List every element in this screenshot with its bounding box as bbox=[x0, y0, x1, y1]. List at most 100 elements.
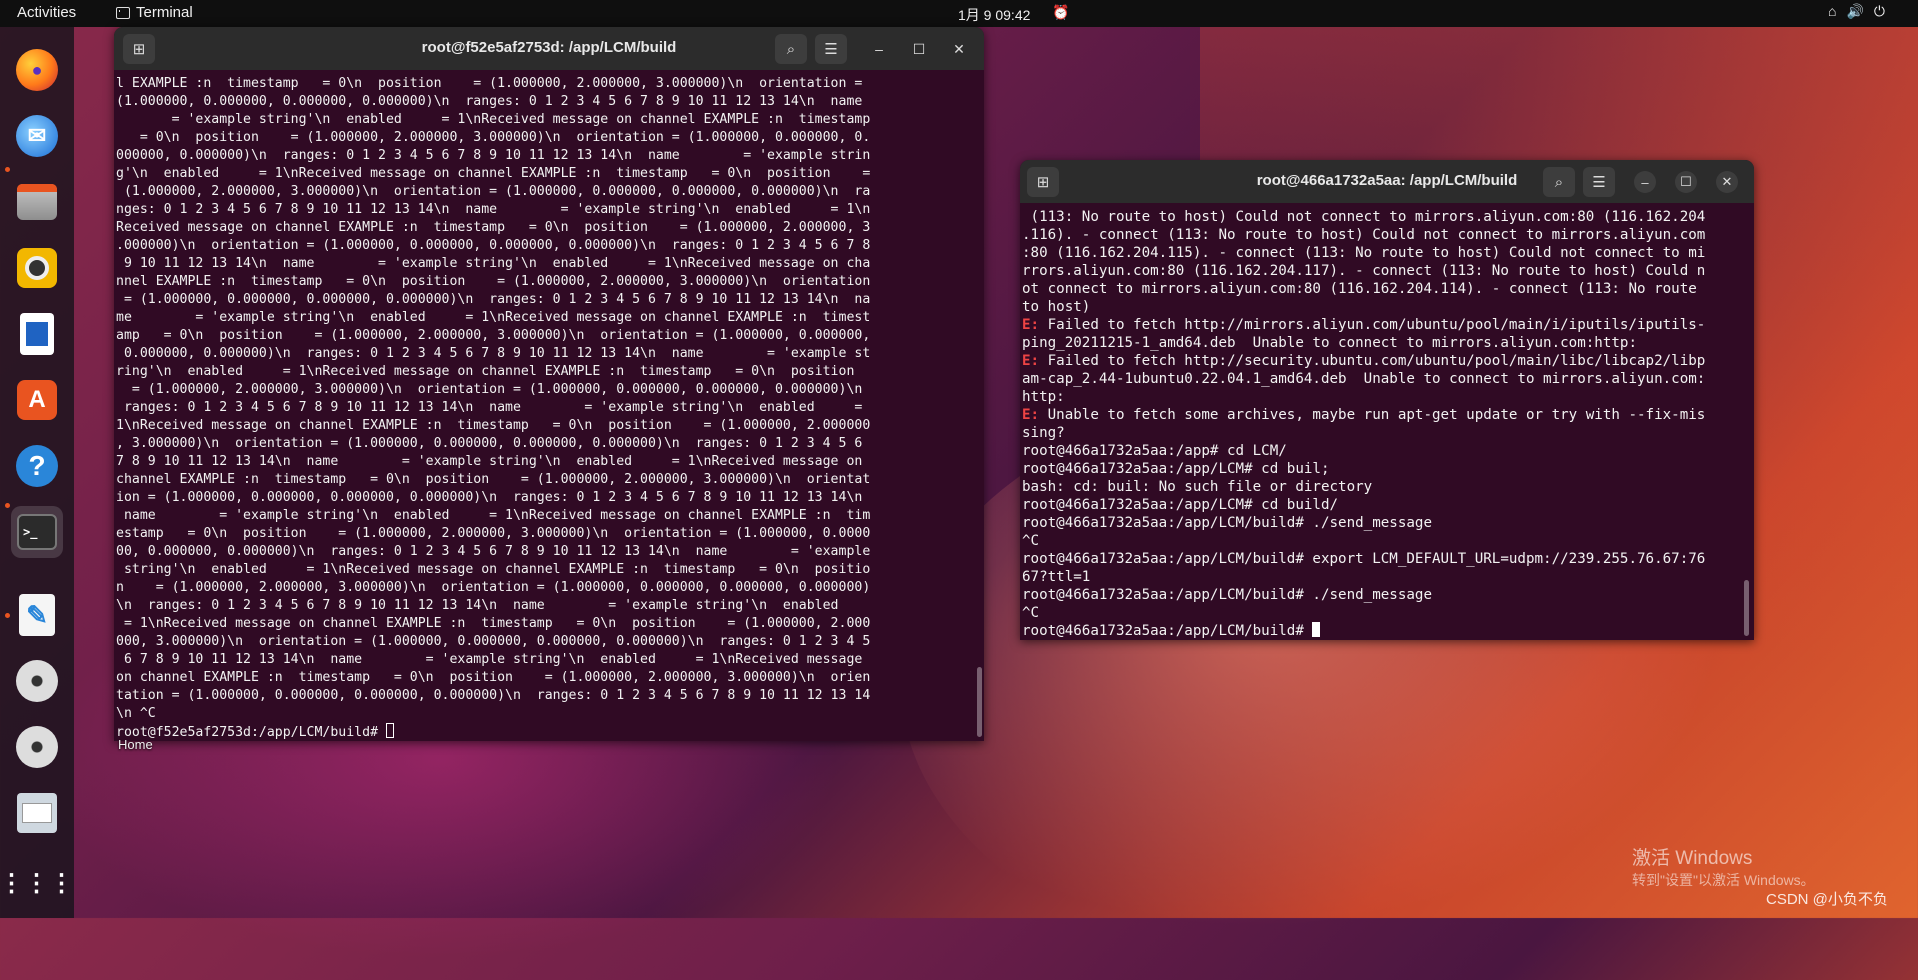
scrollbar[interactable] bbox=[1744, 580, 1749, 636]
close-button[interactable]: ✕ bbox=[1716, 171, 1738, 193]
terminal-line: \n ranges: 0 1 2 3 4 5 6 7 8 9 10 11 12 … bbox=[116, 598, 839, 613]
terminal-window-right[interactable]: ⊞ root@466a1732a5aa: /app/LCM/build ⌕ ☰ … bbox=[1020, 160, 1754, 640]
desktop-home-label[interactable]: Home bbox=[118, 737, 153, 752]
window-title: root@f52e5af2753d: /app/LCM/build bbox=[421, 39, 677, 56]
maximize-button[interactable]: ☐ bbox=[907, 38, 931, 60]
terminal-line: E: Failed to fetch http://security.ubunt… bbox=[1022, 352, 1746, 370]
dock-item-firefox[interactable]: ● bbox=[11, 44, 63, 96]
app-menu-label: Terminal bbox=[136, 4, 193, 21]
app-menu[interactable]: Terminal bbox=[116, 4, 193, 21]
volume-icon: 🔊 bbox=[1846, 3, 1864, 19]
terminal-line: root@466a1732a5aa:/app/LCM# cd build/ bbox=[1022, 496, 1746, 514]
hamburger-icon: ☰ bbox=[1592, 174, 1606, 191]
terminal-line: (1.000000, 2.000000, 3.000000)\n orienta… bbox=[116, 184, 871, 199]
terminal-line-text: Failed to fetch http://mirrors.aliyun.co… bbox=[1039, 317, 1706, 333]
terminal-line: = 0\n position = (1.000000, 2.000000, 3.… bbox=[116, 130, 871, 145]
terminal-line: ^C bbox=[1022, 532, 1746, 550]
terminal-line: name = 'example string'\n enabled = 1\nR… bbox=[116, 508, 871, 523]
terminal-line: nges: 0 1 2 3 4 5 6 7 8 9 10 11 12 13 14… bbox=[116, 202, 871, 217]
terminal-line: 000000, 0.000000)\n ranges: 0 1 2 3 4 5 … bbox=[116, 148, 871, 163]
text-cursor bbox=[1312, 622, 1321, 637]
terminal-line: string'\n enabled = 1\nReceived message … bbox=[116, 562, 871, 577]
power-icon: ⏻ bbox=[1873, 3, 1885, 19]
terminal-line-text: ot connect to mirrors.aliyun.com:80 (116… bbox=[1022, 281, 1697, 297]
window-header[interactable]: ⊞ root@466a1732a5aa: /app/LCM/build ⌕ ☰ … bbox=[1020, 160, 1754, 203]
terminal-line: root@466a1732a5aa:/app/LCM/build# export… bbox=[1022, 550, 1746, 568]
network-icon: ⌂ bbox=[1828, 3, 1837, 19]
rhythmbox-icon bbox=[17, 248, 57, 288]
minimize-button[interactable]: – bbox=[867, 38, 891, 60]
terminal-line-text: http: bbox=[1022, 389, 1065, 405]
terminal-line: ping_20211215-1_amd64.deb Unable to conn… bbox=[1022, 334, 1746, 352]
dock-item-disc[interactable] bbox=[11, 655, 63, 707]
terminal-line: (1.000000, 0.000000, 0.000000, 0.000000)… bbox=[116, 94, 863, 109]
terminal-line: 7 8 9 10 11 12 13 14\n name = 'example s… bbox=[116, 454, 863, 469]
terminal-line: tation = (1.000000, 0.000000, 0.000000, … bbox=[116, 688, 871, 703]
terminal-line: rrors.aliyun.com:80 (116.162.204.117). -… bbox=[1022, 262, 1746, 280]
dock: ● ✉ A ? >_ ✎ ⋮⋮⋮ bbox=[0, 27, 74, 918]
dock-item-save[interactable] bbox=[11, 787, 63, 839]
terminal-window-left[interactable]: ⊞ root@f52e5af2753d: /app/LCM/build ⌕ ☰ … bbox=[114, 27, 984, 741]
terminal-line: 6 7 8 9 10 11 12 13 14\n name = 'example… bbox=[116, 652, 863, 667]
terminal-line: .000000)\n orientation = (1.000000, 0.00… bbox=[116, 238, 871, 253]
search-button[interactable]: ⌕ bbox=[1543, 167, 1575, 197]
terminal-line: amp = 0\n position = (1.000000, 2.000000… bbox=[116, 328, 871, 343]
search-button[interactable]: ⌕ bbox=[775, 34, 807, 64]
dock-item-help[interactable]: ? bbox=[11, 440, 63, 492]
terminal-line: ot connect to mirrors.aliyun.com:80 (116… bbox=[1022, 280, 1746, 298]
text-cursor bbox=[385, 723, 394, 738]
terminal-line: n = (1.000000, 2.000000, 3.000000)\n ori… bbox=[116, 580, 871, 595]
dock-item-files[interactable] bbox=[11, 176, 63, 228]
menu-button[interactable]: ☰ bbox=[1583, 167, 1615, 197]
clock[interactable]: 1月 9 09:42 bbox=[958, 5, 1030, 25]
activities-button[interactable]: Activities bbox=[17, 4, 76, 21]
shell-prompt: root@f52e5af2753d:/app/LCM/build# bbox=[116, 725, 386, 740]
terminal-line-text: am-cap_2.44-1ubuntu0.22.04.1_amd64.deb U… bbox=[1022, 371, 1706, 387]
dock-item-terminal[interactable]: >_ bbox=[11, 506, 63, 558]
terminal-line: = 1\nReceived message on channel EXAMPLE… bbox=[116, 616, 871, 631]
maximize-button[interactable]: ☐ bbox=[1675, 171, 1697, 193]
terminal-line-text: .116). - connect (113: No route to host)… bbox=[1022, 227, 1706, 243]
terminal-line: am-cap_2.44-1ubuntu0.22.04.1_amd64.deb U… bbox=[1022, 370, 1746, 388]
search-icon: ⌕ bbox=[786, 40, 796, 58]
terminal-line: root@466a1732a5aa:/app/LCM/build# ./send… bbox=[1022, 514, 1746, 532]
terminal-line-text: to host) bbox=[1022, 299, 1091, 315]
terminal-output[interactable]: (113: No route to host) Could not connec… bbox=[1022, 208, 1746, 640]
dock-item-writer[interactable] bbox=[11, 308, 63, 360]
terminal-line-text: :80 (116.162.204.115). - connect (113: N… bbox=[1022, 245, 1706, 261]
files-icon bbox=[17, 184, 57, 220]
terminal-line: = (1.000000, 0.000000, 0.000000, 0.00000… bbox=[116, 292, 871, 307]
terminal-line: me = 'example string'\n enabled = 1\nRec… bbox=[116, 310, 871, 325]
terminal-line-text: root@466a1732a5aa:/app/LCM/build# ./send… bbox=[1022, 587, 1432, 603]
terminal-line: = (1.000000, 2.000000, 3.000000)\n orien… bbox=[116, 382, 863, 397]
scrollbar[interactable] bbox=[977, 667, 982, 737]
terminal-line-text: rrors.aliyun.com:80 (116.162.204.117). -… bbox=[1022, 263, 1706, 279]
terminal-line: ranges: 0 1 2 3 4 5 6 7 8 9 10 11 12 13 … bbox=[116, 400, 863, 415]
terminal-line: l EXAMPLE :n timestamp = 0\n position = … bbox=[116, 76, 863, 91]
terminal-line: channel EXAMPLE :n timestamp = 0\n posit… bbox=[116, 472, 871, 487]
terminal-icon bbox=[116, 6, 130, 19]
dock-item-rhythmbox[interactable] bbox=[11, 242, 63, 294]
menu-button[interactable]: ☰ bbox=[815, 34, 847, 64]
dock-item-disc[interactable] bbox=[11, 721, 63, 773]
minimize-icon: – bbox=[1641, 174, 1649, 190]
dock-item-thunderbird[interactable]: ✉ bbox=[11, 110, 63, 162]
terminal-line: Received message on channel EXAMPLE :n t… bbox=[116, 220, 871, 235]
terminal-line: .116). - connect (113: No route to host)… bbox=[1022, 226, 1746, 244]
dock-item-text-editor[interactable]: ✎ bbox=[11, 589, 63, 641]
show-applications-button[interactable]: ⋮⋮⋮ bbox=[0, 857, 74, 909]
minimize-button[interactable]: – bbox=[1634, 171, 1656, 193]
close-button[interactable]: ✕ bbox=[947, 38, 971, 60]
terminal-line: to host) bbox=[1022, 298, 1746, 316]
terminal-line-text: bash: cd: buil: No such file or director… bbox=[1022, 479, 1373, 495]
window-header[interactable]: ⊞ root@f52e5af2753d: /app/LCM/build ⌕ ☰ … bbox=[114, 27, 984, 70]
terminal-line-text: (113: No route to host) Could not connec… bbox=[1022, 209, 1706, 225]
system-status-area[interactable]: ⌂ 🔊 ⏻ bbox=[1828, 3, 1885, 20]
terminal-line: on channel EXAMPLE :n timestamp = 0\n po… bbox=[116, 670, 871, 685]
error-prefix: E: bbox=[1022, 353, 1040, 369]
dock-item-software[interactable]: A bbox=[11, 374, 63, 426]
terminal-output[interactable]: l EXAMPLE :n timestamp = 0\n position = … bbox=[116, 75, 976, 741]
terminal-icon: >_ bbox=[17, 514, 57, 550]
terminal-prompt-line[interactable]: root@466a1732a5aa:/app/LCM/build# bbox=[1022, 622, 1746, 640]
terminal-prompt-line[interactable]: root@f52e5af2753d:/app/LCM/build# bbox=[116, 723, 976, 741]
